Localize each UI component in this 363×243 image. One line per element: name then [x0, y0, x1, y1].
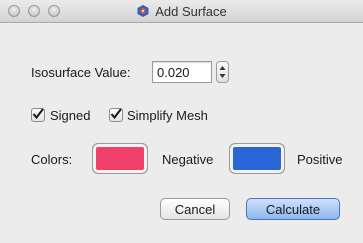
positive-label: Positive: [297, 152, 343, 167]
avogadro-molecule-icon: [137, 5, 149, 17]
window-title: Add Surface: [155, 3, 227, 19]
simplify-mesh-checkbox[interactable]: [109, 108, 123, 122]
simplify-mesh-label[interactable]: Simplify Mesh: [127, 108, 208, 123]
isosurface-value-label: Isosurface Value:: [31, 65, 131, 80]
isosurface-value-stepper[interactable]: [216, 61, 229, 83]
positive-color-swatch[interactable]: [229, 143, 285, 174]
window-title-container: Add Surface: [0, 0, 363, 22]
signed-checkbox[interactable]: [31, 108, 45, 122]
negative-color-swatch[interactable]: [92, 143, 148, 174]
checkmark-icon: [110, 108, 122, 120]
isosurface-value-field[interactable]: 0.020: [152, 61, 212, 83]
negative-label: Negative: [162, 152, 214, 167]
add-surface-window: Add Surface Isosurface Value: 0.020 Sign…: [0, 0, 363, 243]
cancel-button[interactable]: Cancel: [160, 198, 230, 220]
checkmark-icon: [32, 108, 44, 120]
title-bar: Add Surface: [0, 0, 363, 23]
calculate-button[interactable]: Calculate: [246, 198, 340, 220]
colors-label: Colors:: [31, 152, 73, 167]
signed-label[interactable]: Signed: [50, 108, 90, 123]
stepper-arrows-icon: [219, 66, 226, 78]
